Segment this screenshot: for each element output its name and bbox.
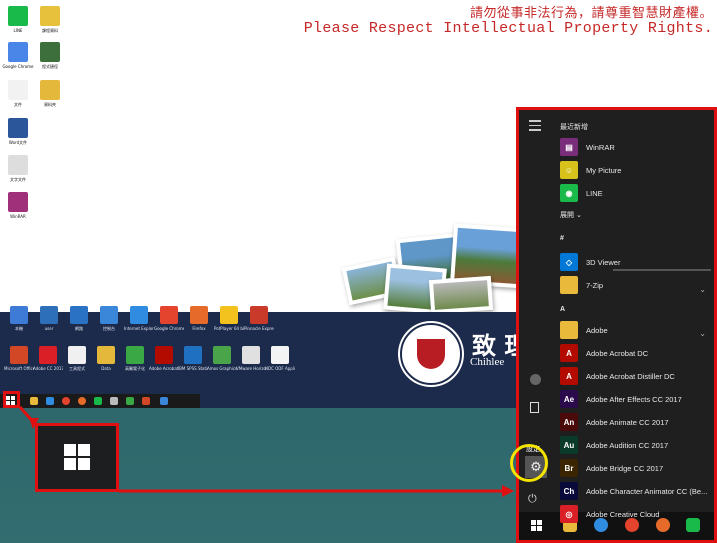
recent-header: 最近新增	[560, 124, 588, 131]
hamburger-icon[interactable]	[529, 120, 541, 131]
start-button[interactable]	[531, 520, 542, 531]
my-picture-icon: ☺	[560, 161, 578, 179]
expand-toggle[interactable]: 展開 ⌄	[560, 210, 582, 220]
start-menu-item[interactable]: ◎ Adobe Creative Cloud	[560, 504, 714, 524]
start-menu-item[interactable]: 7-Zip	[560, 275, 714, 295]
start-menu-item-label: WinRAR	[586, 142, 615, 152]
section-a: A	[560, 306, 566, 313]
start-menu-item[interactable]: A Adobe Acrobat Distiller DC	[560, 366, 714, 386]
start-menu-item[interactable]: A Adobe Acrobat DC	[560, 343, 714, 363]
start-menu-item[interactable]: ☺ My Picture	[560, 160, 714, 180]
start-menu-item[interactable]: Br Adobe Bridge CC 2017	[560, 458, 714, 478]
start-menu-item[interactable]: Adobe	[560, 320, 714, 340]
start-menu-item-label: My Picture	[586, 165, 622, 175]
start-menu-item-label: 7-Zip	[586, 280, 604, 290]
audition-icon: Au	[560, 436, 578, 454]
creative-cloud-icon: ◎	[560, 505, 578, 523]
character-animator-icon: Ch	[560, 482, 578, 500]
power-icon[interactable]: ⏻	[528, 493, 540, 505]
user-avatar-icon[interactable]	[530, 374, 541, 385]
start-menu-item[interactable]: An Adobe Animate CC 2017	[560, 412, 714, 432]
start-menu-item[interactable]: ◇ 3D Viewer	[560, 252, 714, 272]
winrar-icon: ▤	[560, 138, 578, 156]
start-menu-item-label: Adobe After Effects CC 2017	[586, 394, 682, 404]
animate-icon: An	[560, 413, 578, 431]
start-menu-item-label: Adobe	[586, 325, 608, 335]
section-hash: #	[560, 235, 564, 242]
3d-viewer-icon: ◇	[560, 253, 578, 271]
start-menu-item-label: Adobe Creative Cloud	[586, 509, 660, 519]
start-menu-item-label: 3D Viewer	[586, 257, 621, 267]
settings-highlight-circle	[510, 444, 548, 482]
start-menu-item[interactable]: ◉ LINE	[560, 183, 714, 203]
distiller-icon: A	[560, 367, 578, 385]
document-icon[interactable]	[530, 402, 539, 413]
folder-icon	[560, 276, 578, 294]
windows-logo-icon	[531, 520, 542, 531]
start-menu-item-label: Adobe Animate CC 2017	[586, 417, 669, 427]
start-menu-item-label: LINE	[586, 188, 603, 198]
start-menu: 設定 ⚙ ⏻ 最近新增 展開 ⌄ # A ⌄ ⌄ ▤ WinRAR ☺ My Pict…	[516, 107, 717, 543]
start-menu-item-label: Adobe Character Animator CC (Be...	[586, 486, 708, 496]
after-effects-icon: Ae	[560, 390, 578, 408]
start-menu-item-label: Adobe Acrobat DC	[586, 348, 649, 358]
start-menu-item-label: Adobe Audition CC 2017	[586, 440, 669, 450]
start-menu-item[interactable]: Au Adobe Audition CC 2017	[560, 435, 714, 455]
start-menu-item[interactable]: ▤ WinRAR	[560, 137, 714, 157]
bridge-icon: Br	[560, 459, 578, 477]
expand-label: 展開	[560, 212, 574, 219]
line-icon: ◉	[560, 184, 578, 202]
folder-icon	[560, 321, 578, 339]
start-menu-item[interactable]: Ch Adobe Character Animator CC (Be...	[560, 481, 714, 501]
start-menu-item-label: Adobe Acrobat Distiller DC	[586, 371, 675, 381]
start-menu-item-label: Adobe Bridge CC 2017	[586, 463, 664, 473]
start-menu-item[interactable]: Ae Adobe After Effects CC 2017	[560, 389, 714, 409]
acrobat-icon: A	[560, 344, 578, 362]
